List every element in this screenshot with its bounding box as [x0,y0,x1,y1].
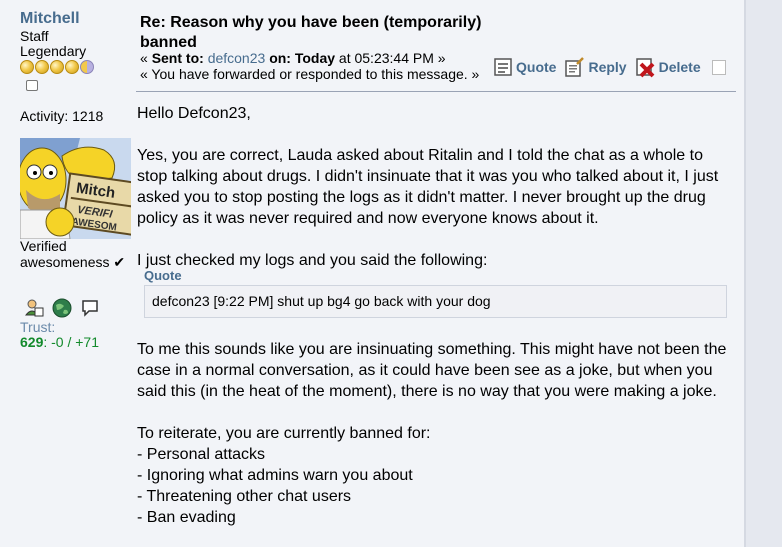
reply-label: Reply [588,59,627,75]
trust-label: Trust: [20,319,56,335]
post-meta-line: « Sent to: defcon23 on: Today at 05:23:4… [140,50,479,66]
author-rank: Legendary [20,43,87,59]
post-time: at 05:23:44 PM » [335,50,446,66]
delete-label: Delete [658,59,701,75]
trust-total: 629 [20,334,44,350]
message-panel: Mitchell Staff Legendary Activity: 1218 … [0,0,746,547]
speech-bubble-icon[interactable] [80,298,100,323]
date-label: on: Today [269,50,336,66]
list-item: - Ban evading [137,509,236,526]
author-activity: Activity: 1218 [20,108,104,124]
post-actions: Quote Reply Delete [493,56,726,78]
body-paragraph: To reiterate, you are currently banned f… [137,425,431,442]
half-star-icon [80,60,94,74]
star-icon [35,60,49,74]
star-icon [65,60,79,74]
list-item: - Ignoring what admins warn you about [137,467,413,484]
forwarded-notice: « You have forwarded or responded to thi… [140,66,480,82]
quote-box: defcon23 [9:22 PM] shut up bg4 go back w… [144,285,727,318]
rank-stars [20,60,94,74]
body-paragraph: Yes, you are correct, Lauda asked about … [137,147,719,227]
delete-button[interactable]: Delete [634,56,701,78]
delete-icon [635,58,654,78]
reply-button[interactable]: Reply [563,56,627,78]
greeting: Hello Defcon23, [137,105,251,122]
list-item: - Personal attacks [137,446,266,463]
trust-separator: : [43,334,52,350]
avatar: Mitch VERIFI AWESOM [20,138,131,239]
body-paragraph: I just checked my logs and you said the … [137,252,488,269]
star-icon [20,60,34,74]
meta-prefix: « [140,50,152,66]
post-divider [136,91,736,92]
list-item: - Threatening other chat users [137,488,352,505]
recipient-link[interactable]: defcon23 [208,50,266,66]
trust-breakdown: -0 / +71 [51,334,100,350]
author-name-link[interactable]: Mitchell [20,10,80,28]
personal-message-icon[interactable] [26,80,38,91]
author-personal-text: Verified awesomeness ✔ [20,238,126,270]
sent-to-label: Sent to: [151,50,204,66]
author-position: Staff [20,28,49,44]
quote-button[interactable]: Quote [493,57,556,77]
body-paragraph: To me this sounds like you are insinuati… [137,341,727,400]
quote-icon [494,58,512,76]
quote-label: Quote [516,59,557,75]
post-body: Hello Defcon23, Yes, you are correct, La… [137,103,737,528]
select-checkbox[interactable] [711,59,726,75]
reply-icon [565,57,585,77]
trust-score[interactable]: 629: -0 / +71 [20,334,99,350]
star-icon [50,60,64,74]
post-meta: « Sent to: defcon23 on: Today at 05:23:4… [140,50,479,82]
post-title[interactable]: Re: Reason why you have been (temporaril… [140,13,490,53]
quote-header-link[interactable]: Quote [144,269,737,283]
